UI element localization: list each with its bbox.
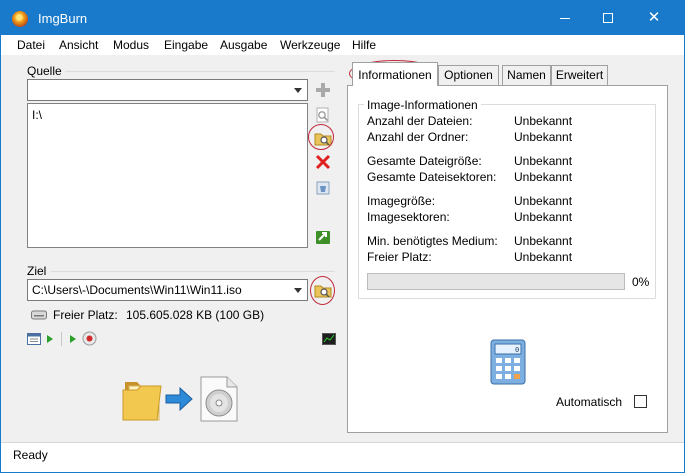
info-value: Unbekannt <box>514 170 573 184</box>
close-button[interactable]: ✕ <box>631 1 677 35</box>
drive-icon <box>31 310 47 320</box>
source-label: Quelle <box>27 64 62 78</box>
menu-werkzeuge[interactable]: Werkzeuge <box>280 38 340 52</box>
go-icon[interactable] <box>314 228 332 246</box>
imgburn-app-icon[interactable] <box>12 11 28 27</box>
info-value: Unbekannt <box>514 234 573 248</box>
info-value: Unbekannt <box>514 130 573 144</box>
imgburn-window: ImgBurn ✕ Datei Ansicht Modus Eingabe Au… <box>0 0 685 473</box>
play-icon[interactable] <box>69 334 77 344</box>
info-key: Imagesektoren: <box>367 210 450 224</box>
minimize-icon <box>560 18 570 19</box>
source-group-line <box>65 71 335 72</box>
status-bar: Ready <box>1 442 684 472</box>
disc-image-icon <box>200 376 238 422</box>
progress-bar <box>367 273 625 290</box>
graph-icon[interactable] <box>322 333 336 345</box>
automatic-label: Automatisch <box>556 395 623 409</box>
arrow-right-icon <box>165 387 193 411</box>
info-key: Freier Platz: <box>367 250 432 264</box>
destination-path-dropdown[interactable]: C:\Users\-\Documents\Win11\Win11.iso <box>27 279 308 301</box>
destination-path-value: C:\Users\-\Documents\Win11\Win11.iso <box>32 283 242 297</box>
delete-icon[interactable] <box>314 153 332 171</box>
search-file-icon[interactable] <box>314 106 332 124</box>
disc-stop-icon[interactable] <box>82 331 97 346</box>
log-window-icon[interactable] <box>27 333 41 345</box>
image-information-legend: Image-Informationen <box>364 98 481 112</box>
highlight-circle <box>308 124 334 150</box>
menu-datei[interactable]: Datei <box>17 38 45 52</box>
menu-ausgabe[interactable]: Ausgabe <box>220 38 267 52</box>
title-bar[interactable]: ImgBurn ✕ <box>1 1 684 35</box>
source-dropdown[interactable] <box>27 79 308 101</box>
info-key: Gesamte Dateisektoren: <box>367 170 497 184</box>
info-key: Imagegröße: <box>367 194 436 208</box>
tab-erweitert[interactable]: Erweitert <box>551 65 608 86</box>
tab-informationen[interactable]: Informationen <box>352 62 438 86</box>
status-text: Ready <box>13 448 48 462</box>
recycle-icon[interactable] <box>314 179 332 197</box>
info-value: Unbekannt <box>514 154 573 168</box>
info-key: Min. benötigtes Medium: <box>367 234 498 248</box>
menu-hilfe[interactable]: Hilfe <box>352 38 376 52</box>
automatic-checkbox[interactable] <box>634 395 647 408</box>
destination-label: Ziel <box>27 264 47 278</box>
progress-percent: 0% <box>632 275 650 289</box>
destination-group-line <box>51 271 335 272</box>
menu-eingabe[interactable]: Eingabe <box>164 38 208 52</box>
menu-bar: Datei Ansicht Modus Eingabe Ausgabe Werk… <box>1 35 684 55</box>
window-title: ImgBurn <box>38 11 88 26</box>
menu-modus[interactable]: Modus <box>113 38 149 52</box>
add-icon[interactable] <box>314 81 332 99</box>
calculator-icon[interactable] <box>490 339 526 385</box>
free-space-value: 105.605.028 KB (100 GB) <box>126 308 265 322</box>
chevron-down-icon <box>294 288 302 293</box>
folder-icon <box>122 382 162 421</box>
minimize-button[interactable] <box>542 1 588 35</box>
info-value: Unbekannt <box>514 194 573 208</box>
menu-ansicht[interactable]: Ansicht <box>59 38 98 52</box>
tab-optionen[interactable]: Optionen <box>438 65 499 86</box>
info-value: Unbekannt <box>514 250 573 264</box>
info-key: Anzahl der Ordner: <box>367 130 469 144</box>
tab-namen[interactable]: Namen <box>502 65 551 86</box>
toolbar-separator <box>61 332 62 346</box>
play-icon[interactable] <box>46 334 54 344</box>
info-value: Unbekannt <box>514 114 573 128</box>
info-key: Gesamte Dateigröße: <box>367 154 482 168</box>
info-key: Anzahl der Dateien: <box>367 114 473 128</box>
highlight-circle <box>310 276 335 305</box>
source-file-list[interactable]: I:\ <box>27 103 308 248</box>
close-icon: ✕ <box>647 9 661 26</box>
calculator-display: 0 <box>515 346 520 354</box>
list-item[interactable]: I:\ <box>32 108 42 122</box>
maximize-icon <box>603 13 613 23</box>
maximize-button[interactable] <box>585 1 631 35</box>
info-value: Unbekannt <box>514 210 573 224</box>
free-space-label: Freier Platz: <box>53 308 118 322</box>
chevron-down-icon <box>294 88 302 93</box>
